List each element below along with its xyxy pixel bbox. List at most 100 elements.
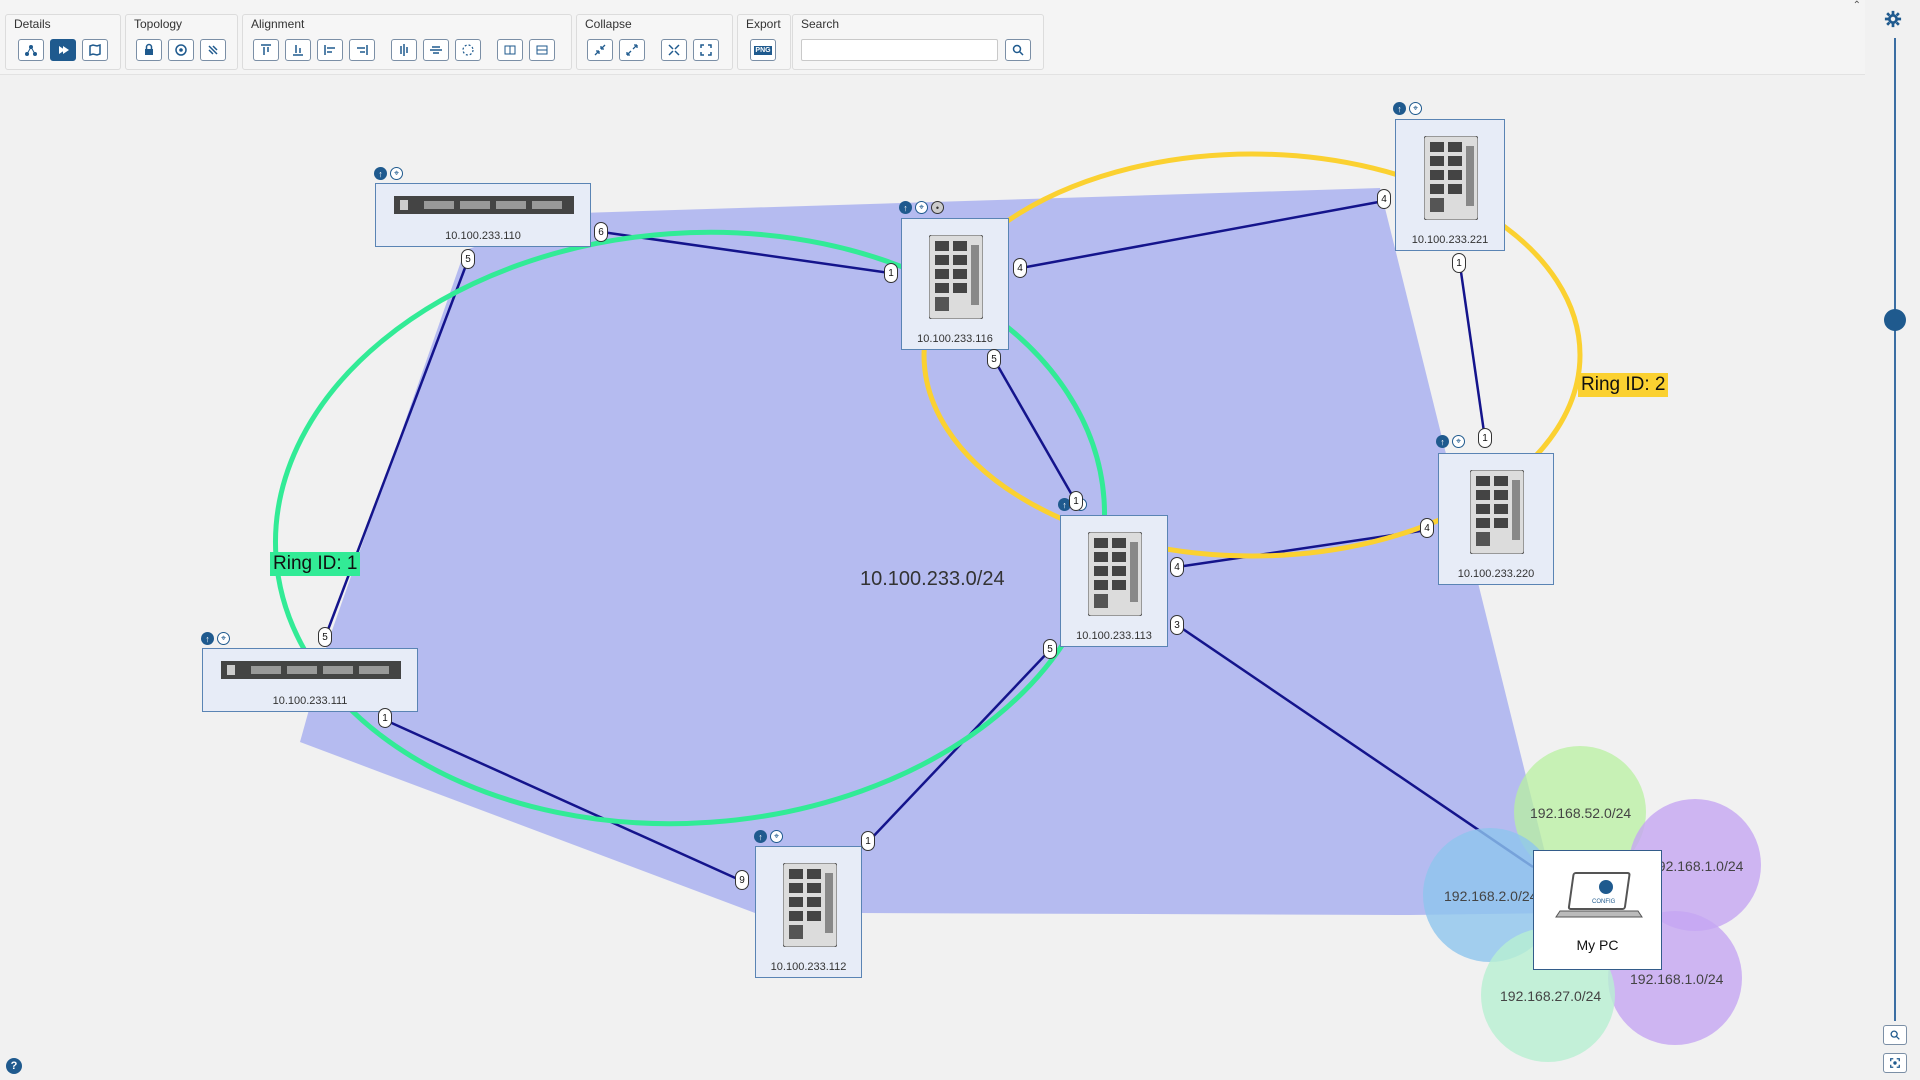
- export-label: Export: [746, 17, 781, 31]
- collapse-toolbar-icon[interactable]: ⌃: [1853, 0, 1861, 11]
- device-node[interactable]: 10.100.233.116: [901, 218, 1009, 350]
- export-group: Export PNG: [737, 14, 791, 70]
- port-badge[interactable]: 4: [1420, 518, 1434, 538]
- upload-icon[interactable]: ↑: [754, 830, 767, 843]
- target-icon[interactable]: ⌖: [1452, 435, 1465, 448]
- topology-canvas[interactable]: 10.100.233.0/24 Ring ID: 1 Ring ID: 2 ↑ …: [0, 75, 1868, 1080]
- port-badge[interactable]: 6: [594, 222, 608, 242]
- industrial-switch-icon: [1088, 532, 1142, 616]
- node-110-icons: ↑ ⌖: [374, 167, 403, 180]
- align-left-icon[interactable]: [317, 39, 343, 61]
- laptop-icon: CONFIG: [1555, 872, 1643, 918]
- port-badge[interactable]: 1: [1069, 491, 1083, 511]
- search-group: Search: [792, 14, 1044, 70]
- topology-group: Topology: [125, 14, 238, 70]
- upload-icon[interactable]: ↑: [1436, 435, 1449, 448]
- toolbar: Details Topology Alignment Collapse Expo…: [0, 0, 1865, 75]
- distribute-vertical-icon[interactable]: [529, 39, 555, 61]
- node-ip: 10.100.233.221: [1411, 234, 1489, 246]
- node-221-icons: ↑ ⌖: [1393, 102, 1422, 115]
- port-badge[interactable]: 5: [987, 349, 1001, 369]
- target-icon[interactable]: ⌖: [770, 830, 783, 843]
- upload-icon[interactable]: ↑: [201, 632, 214, 645]
- expand-all-icon[interactable]: [693, 39, 719, 61]
- node-ip: 10.100.233.112: [770, 961, 847, 973]
- node-ip: 10.100.233.220: [1457, 568, 1535, 580]
- node-116-icons: ↑ ⌖ •: [899, 201, 944, 214]
- layout-icon[interactable]: [168, 39, 194, 61]
- target-icon[interactable]: ⌖: [915, 201, 928, 214]
- zoom-in-icon[interactable]: [1883, 1025, 1907, 1045]
- hide-links-icon[interactable]: [200, 39, 226, 61]
- lock-icon[interactable]: [136, 39, 162, 61]
- zoom-slider-handle[interactable]: [1884, 309, 1906, 331]
- port-badge[interactable]: 1: [378, 708, 392, 728]
- link-221-220: [1458, 264, 1487, 440]
- node-111-icons: ↑ ⌖: [201, 632, 230, 645]
- target-icon[interactable]: ⌖: [1409, 102, 1422, 115]
- search-icon[interactable]: [1005, 39, 1031, 61]
- port-badge[interactable]: 1: [1452, 253, 1466, 273]
- topology-label: Topology: [134, 17, 183, 31]
- port-badge[interactable]: 5: [1043, 639, 1057, 659]
- port-badge[interactable]: 4: [1170, 557, 1184, 577]
- alignment-label: Alignment: [251, 17, 305, 31]
- collapse-label: Collapse: [585, 17, 632, 31]
- distribute-horizontal-icon[interactable]: [497, 39, 523, 61]
- port-badge[interactable]: 1: [1478, 428, 1492, 448]
- upload-icon[interactable]: ↑: [374, 167, 387, 180]
- my-pc-node[interactable]: CONFIG My PC: [1533, 850, 1662, 970]
- details-label: Details: [14, 17, 51, 31]
- port-badge[interactable]: 3: [1170, 615, 1184, 635]
- align-bottom-icon[interactable]: [285, 39, 311, 61]
- port-badge[interactable]: 4: [1013, 258, 1027, 278]
- search-input[interactable]: [801, 39, 998, 61]
- port-badge[interactable]: 4: [1377, 189, 1391, 209]
- port-badge[interactable]: 1: [884, 263, 898, 283]
- port-badge[interactable]: 9: [735, 870, 749, 890]
- export-png-icon[interactable]: PNG: [750, 39, 776, 61]
- node-220-icons: ↑ ⌖: [1436, 435, 1465, 448]
- upload-icon[interactable]: ↑: [1393, 102, 1406, 115]
- ring-1-label: Ring ID: 1: [270, 552, 361, 576]
- topology-view-icon[interactable]: [18, 39, 44, 61]
- subnet-label: 192.168.52.0/24: [1530, 805, 1632, 821]
- laptop-screen-text: CONFIG: [1592, 899, 1616, 905]
- collapse-icon[interactable]: [587, 39, 613, 61]
- circular-layout-icon[interactable]: [455, 39, 481, 61]
- align-center-horizontal-icon[interactable]: [423, 39, 449, 61]
- target-icon[interactable]: ⌖: [217, 632, 230, 645]
- map-icon[interactable]: [82, 39, 108, 61]
- forward-arrow-icon[interactable]: [50, 39, 76, 61]
- subnet-label: 192.168.27.0/24: [1500, 988, 1602, 1004]
- target-icon[interactable]: ⌖: [390, 167, 403, 180]
- fit-screen-icon[interactable]: [1883, 1053, 1907, 1073]
- export-png-text: PNG: [754, 45, 772, 55]
- device-node[interactable]: 10.100.233.111: [202, 648, 418, 712]
- device-node[interactable]: 10.100.233.221: [1395, 119, 1505, 251]
- port-badge[interactable]: 1: [861, 831, 875, 851]
- status-icon[interactable]: •: [931, 201, 944, 214]
- port-badge[interactable]: 5: [318, 627, 332, 647]
- align-right-icon[interactable]: [349, 39, 375, 61]
- zoom-slider-track[interactable]: [1894, 38, 1896, 1021]
- gear-icon[interactable]: [1884, 10, 1902, 28]
- industrial-switch-icon: [1470, 470, 1524, 554]
- switch-rack-icon: [221, 661, 401, 679]
- subnet-label: 192.168.1.0/24: [1650, 858, 1744, 874]
- help-icon[interactable]: ?: [6, 1058, 22, 1074]
- device-node[interactable]: 10.100.233.112: [755, 846, 862, 978]
- device-node[interactable]: 10.100.233.113: [1060, 515, 1168, 647]
- upload-icon[interactable]: ↑: [899, 201, 912, 214]
- expand-icon[interactable]: [619, 39, 645, 61]
- device-node[interactable]: 10.100.233.220: [1438, 453, 1554, 585]
- align-center-vertical-icon[interactable]: [391, 39, 417, 61]
- search-label: Search: [801, 17, 840, 31]
- switch-rack-icon: [394, 196, 574, 214]
- align-top-icon[interactable]: [253, 39, 279, 61]
- device-node[interactable]: 10.100.233.110: [375, 183, 591, 247]
- subnet-label: 192.168.2.0/24: [1444, 888, 1538, 904]
- alignment-group: Alignment: [242, 14, 572, 70]
- port-badge[interactable]: 5: [461, 249, 475, 269]
- collapse-all-icon[interactable]: [661, 39, 687, 61]
